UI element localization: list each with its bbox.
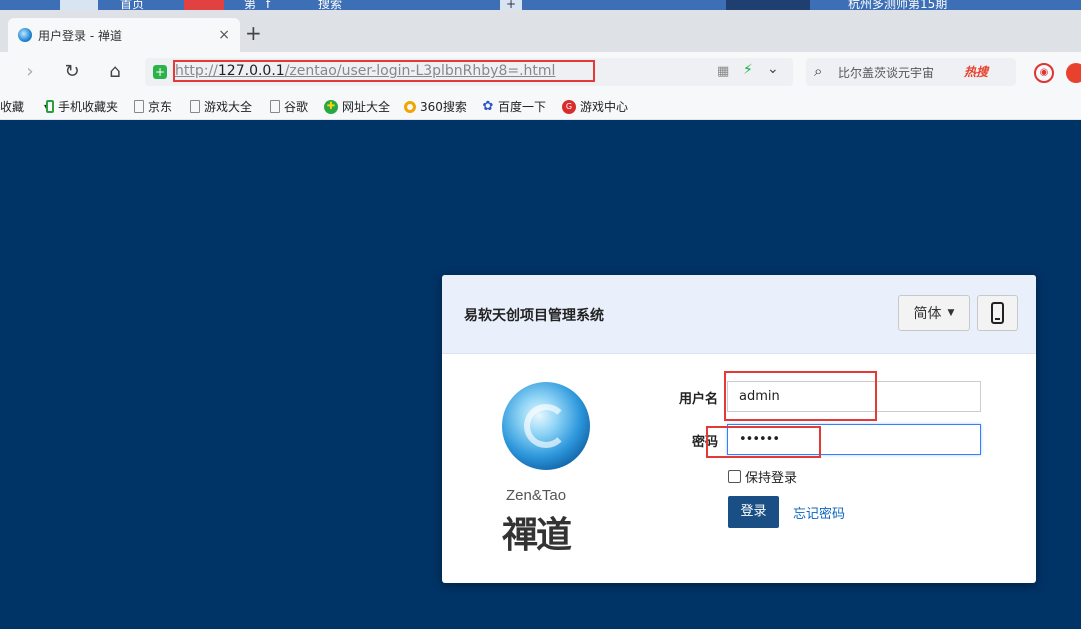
bookmark-label: 游戏中心 [580, 100, 629, 114]
logo-text-cn: 禪道 [502, 514, 572, 556]
tab-login[interactable]: 用户登录 - 禅道 × [8, 18, 240, 52]
logo-text-en: Zen&Tao [506, 487, 567, 504]
caret-down-icon: ▼ [947, 308, 955, 318]
bookmark-mobile[interactable]: 手机收藏夹 [46, 98, 118, 115]
bookmark-label: 360搜索 [420, 100, 467, 114]
360-icon [404, 100, 416, 113]
keep-login-label: 保持登录 [745, 471, 798, 486]
baidu-paw-icon: ✿ [482, 98, 494, 114]
bookmark-jd[interactable]: 京东 [134, 98, 172, 115]
hao-icon: ✚ [324, 99, 338, 114]
bookmark-label: 收藏 [0, 100, 25, 114]
bookmark-games[interactable]: 游戏大全 [190, 98, 252, 115]
lightning-icon[interactable]: ⚡ [743, 62, 753, 78]
bookmark-label: 手机收藏夹 [58, 100, 119, 114]
account-label: 用户名 [678, 392, 718, 407]
bookmark-hao[interactable]: ✚ 网址大全 [324, 98, 390, 115]
search-query[interactable]: 比尔盖茨谈元宇宙 [838, 64, 934, 81]
bookmark-360[interactable]: 360搜索 [404, 98, 467, 115]
taskbar-item-di[interactable]: 第 [244, 0, 256, 10]
navigation-bar: › ↻ ⌂ + http://127.0.0.1/zentao/user-log… [0, 52, 1081, 92]
search-icon[interactable]: ⌕ [814, 62, 822, 80]
tab-bar: 用户登录 - 禅道 × + [0, 10, 1081, 52]
taskbar-item-add[interactable]: + [500, 0, 522, 10]
extension-icon[interactable]: ◉ [1034, 63, 1054, 83]
panel-header: 易软天创项目管理系统 简体 ▼ [442, 275, 1036, 354]
taskbar-item-f[interactable]: f [266, 0, 270, 10]
taskbar-item[interactable] [60, 0, 98, 10]
phone-icon [46, 100, 54, 113]
url-highlight-annotation [173, 60, 595, 82]
os-taskbar: 首页 第 f 搜索 + 杭州多测师第15期 [0, 0, 1081, 10]
qr-code-icon[interactable]: ▦ [717, 64, 729, 79]
taskbar-item[interactable] [726, 0, 810, 10]
bookmark-favorites[interactable]: 收藏 ▾ [0, 98, 48, 115]
forgot-password-link[interactable]: 忘记密码 [793, 503, 845, 522]
bookmark-label: 京东 [148, 100, 173, 114]
bookmarks-bar: 收藏 ▾ 手机收藏夹 京东 游戏大全 谷歌 ✚ 网址大全 360搜索 ✿ 百度一下 G… [0, 92, 1081, 120]
bookmark-google[interactable]: 谷歌 [270, 98, 308, 115]
extension-icon[interactable] [1066, 63, 1081, 83]
taskbar-item[interactable] [184, 0, 224, 10]
system-title: 易软天创项目管理系统 [464, 308, 604, 324]
taskbar-item-class[interactable]: 杭州多测师第15期 [848, 0, 947, 10]
bookmark-label: 网址大全 [342, 100, 391, 114]
secure-site-icon: + [153, 65, 167, 79]
bookmark-game-center[interactable]: G 游戏中心 [562, 98, 628, 115]
mobile-version-button[interactable] [977, 295, 1018, 331]
password-highlight-annotation [706, 426, 821, 458]
home-icon[interactable]: ⌂ [103, 60, 127, 84]
taskbar-item-search[interactable]: 搜索 [318, 0, 342, 10]
hot-search-label[interactable]: 热搜 [964, 63, 988, 80]
bookmark-label: 游戏大全 [204, 100, 253, 114]
address-bar[interactable]: + http://127.0.0.1/zentao/user-login-L3p… [145, 58, 793, 86]
search-box[interactable]: ⌕ 比尔盖茨谈元宇宙 热搜 [806, 58, 1016, 86]
game-center-icon: G [562, 99, 576, 114]
reload-icon[interactable]: ↻ [60, 60, 84, 84]
forward-icon[interactable]: › [18, 60, 42, 84]
language-label: 简体 [913, 306, 942, 322]
bookmark-label: 谷歌 [284, 100, 309, 114]
page-icon [270, 100, 280, 113]
account-highlight-annotation [724, 371, 877, 421]
login-button[interactable]: 登录 [728, 496, 779, 528]
close-tab-icon[interactable]: × [218, 27, 230, 43]
swirl-icon [524, 404, 568, 448]
zentao-favicon-icon [18, 28, 32, 42]
bookmark-label: 百度一下 [498, 100, 547, 114]
page-icon [134, 100, 144, 113]
taskbar-item-home[interactable]: 首页 [120, 0, 144, 10]
tab-title: 用户登录 - 禅道 [38, 28, 122, 43]
mobile-phone-icon [991, 302, 1004, 324]
keep-login-checkbox[interactable]: 保持登录 [728, 467, 797, 486]
chevron-down-icon[interactable]: ⌄ [767, 61, 779, 77]
new-tab-icon[interactable]: + [245, 23, 262, 43]
checkbox-icon[interactable] [728, 470, 741, 483]
language-dropdown[interactable]: 简体 ▼ [898, 295, 970, 331]
zentao-logo: Zen&Tao 禪道 [502, 380, 602, 556]
login-panel: 易软天创项目管理系统 简体 ▼ Zen&Tao 禪道 用户名 admin 密码 … [442, 275, 1036, 583]
bookmark-baidu[interactable]: ✿ 百度一下 [482, 98, 546, 115]
page-icon [190, 100, 200, 113]
